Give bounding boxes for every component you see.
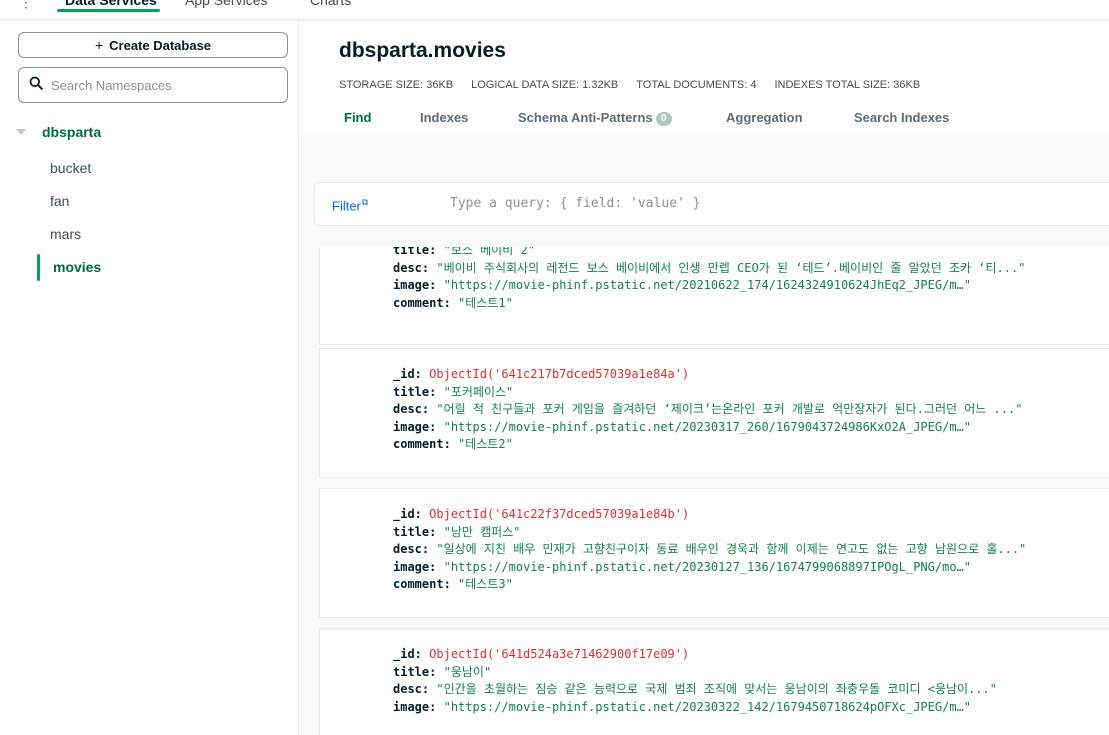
- field-comment: comment: "테스트3": [393, 577, 513, 591]
- search-namespaces-input[interactable]: [51, 77, 271, 93]
- field-image: image: "https://movie-phinf.pstatic.net/…: [393, 699, 971, 714]
- external-link-icon: ⧉: [361, 197, 369, 207]
- document-fields: _id: ObjectId('641d524a3e71462900f17e09'…: [393, 646, 997, 716]
- sidebar: + Create Database dbsparta bucket fan ma…: [0, 21, 299, 735]
- tab-schema-anti-patterns[interactable]: Schema Anti-Patterns 0: [518, 110, 672, 126]
- filter-link[interactable]: Filter⧉: [332, 197, 368, 213]
- document-fields: title: "보스 베이비 2" desc: "베이비 주식회사의 레전드 보…: [393, 247, 1025, 312]
- collection-item-movies[interactable]: movies: [53, 259, 101, 275]
- tab-charts[interactable]: Charts: [310, 0, 351, 8]
- schema-count-badge: 0: [655, 112, 672, 126]
- namespace-title: dbsparta.movies: [339, 39, 506, 62]
- documents-list: title: "보스 베이비 2" desc: "베이비 주식회사의 레전드 보…: [300, 247, 1109, 735]
- field-desc: desc: "인간을 초월하는 짐승 같은 능력으로 국제 범죄 조직에 맞서는…: [393, 682, 997, 696]
- tab-search-indexes[interactable]: Search Indexes: [854, 110, 949, 125]
- document-fields: _id: ObjectId('641c217b7dced57039a1e84a'…: [393, 366, 1022, 454]
- document-fields: _id: ObjectId('641c22f37dced57039a1e84b'…: [393, 506, 1026, 594]
- collection-item-fan[interactable]: fan: [50, 193, 69, 209]
- create-database-label: Create Database: [109, 37, 212, 53]
- logical-data-size: LOGICAL DATA SIZE: 1.32KB: [471, 79, 619, 91]
- field-id: _id: ObjectId('641c22f37dced57039a1e84b'…: [393, 507, 690, 521]
- active-collection-indicator: [37, 254, 40, 281]
- create-database-button[interactable]: + Create Database: [18, 32, 288, 58]
- field-image: image: "https://movie-phinf.pstatic.net/…: [393, 559, 971, 574]
- field-desc: desc: "베이비 주식회사의 레전드 보스 베이비에서 인생 만렙 CEO가…: [393, 260, 1026, 275]
- field-desc: desc: "일상에 지친 배우 민재가 고향친구이자 동료 배우인 경욱과 함…: [393, 542, 1027, 556]
- tab-app-services[interactable]: App Services: [185, 0, 267, 8]
- tab-indexes[interactable]: Indexes: [420, 110, 468, 125]
- plus-icon: +: [94, 37, 104, 53]
- collection-item-mars[interactable]: mars: [50, 226, 81, 242]
- filter-label: Filter: [332, 198, 361, 214]
- field-title: title: "웅남이": [393, 664, 492, 679]
- tab-data-services[interactable]: Data Services: [65, 0, 157, 8]
- field-title: title: "보스 베이비 2": [393, 247, 535, 257]
- active-tab-underline: [57, 9, 160, 12]
- query-filter-bar[interactable]: Filter⧉: [314, 182, 1109, 226]
- document-card[interactable]: title: "보스 베이비 2" desc: "베이비 주식회사의 레전드 보…: [319, 247, 1109, 345]
- document-card[interactable]: _id: ObjectId('641d524a3e71462900f17e09'…: [319, 628, 1109, 735]
- storage-size: STORAGE SIZE: 36KB: [339, 79, 454, 91]
- more-menu-icon[interactable]: ⋮: [19, 0, 33, 11]
- field-id: _id: ObjectId('641c217b7dced57039a1e84a'…: [393, 367, 690, 381]
- field-title: title: "낭만 캠퍼스": [393, 524, 521, 539]
- field-image: image: "https://movie-phinf.pstatic.net/…: [393, 278, 971, 292]
- document-card[interactable]: _id: ObjectId('641c217b7dced57039a1e84a'…: [319, 348, 1109, 478]
- field-image: image: "https://movie-phinf.pstatic.net/…: [393, 419, 971, 434]
- field-title: title: "포커페이스": [393, 384, 514, 399]
- search-icon: [29, 76, 43, 95]
- main-panel: dbsparta.movies STORAGE SIZE: 36KB LOGIC…: [300, 21, 1109, 735]
- total-documents: TOTAL DOCUMENTS: 4: [636, 79, 757, 91]
- tab-schema-label: Schema Anti-Patterns: [518, 110, 653, 125]
- tab-aggregation[interactable]: Aggregation: [726, 110, 803, 125]
- field-id: _id: ObjectId('641d524a3e71462900f17e09'…: [393, 647, 690, 661]
- database-name: dbsparta: [42, 124, 102, 140]
- top-navigation: ⋮ Data Services App Services Charts: [0, 0, 1109, 20]
- field-desc: desc: "어릴 적 친구들과 포커 게임을 즐겨하던 ‘제이크’는온라인 포…: [393, 402, 1023, 416]
- field-comment: comment: "테스트2": [393, 437, 513, 451]
- collection-stats: STORAGE SIZE: 36KB LOGICAL DATA SIZE: 1.…: [339, 79, 938, 91]
- indexes-total-size: INDEXES TOTAL SIZE: 36KB: [774, 79, 921, 91]
- tab-find[interactable]: Find: [344, 110, 371, 125]
- field-comment: comment: "테스트1": [393, 295, 513, 310]
- database-item[interactable]: dbsparta: [16, 122, 101, 142]
- collection-item-bucket[interactable]: bucket: [50, 160, 91, 176]
- query-input[interactable]: [450, 196, 1050, 211]
- document-card[interactable]: _id: ObjectId('641c22f37dced57039a1e84b'…: [319, 488, 1109, 618]
- caret-down-icon[interactable]: [16, 129, 26, 135]
- namespace-search[interactable]: [18, 67, 288, 103]
